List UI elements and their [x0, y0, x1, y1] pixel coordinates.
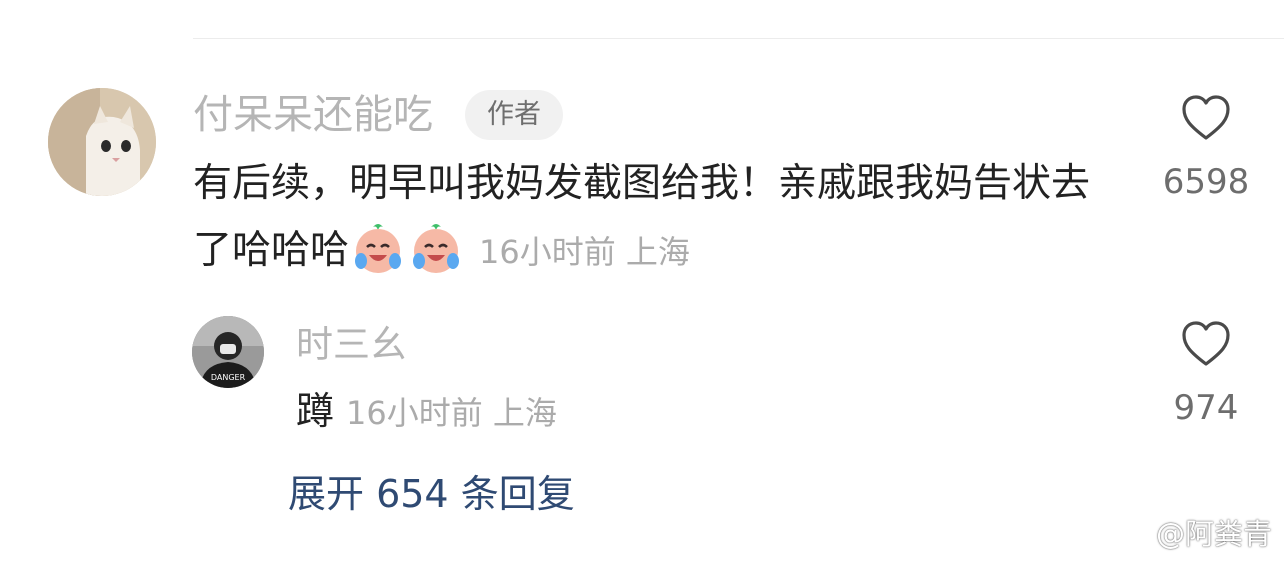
reply-time: 16小时前	[346, 394, 483, 432]
heart-icon[interactable]	[1180, 318, 1232, 370]
expand-replies-link[interactable]: 展开 654 条回复	[288, 466, 575, 522]
reply-like-button[interactable]: 974	[1157, 318, 1255, 438]
comment-time: 16小时前	[479, 233, 616, 271]
svg-text:DANGER: DANGER	[211, 373, 246, 382]
comment-location: 上海	[625, 233, 690, 271]
weibo-logo-icon	[1104, 520, 1147, 551]
avatar[interactable]	[48, 88, 156, 196]
top-divider	[193, 38, 1284, 39]
heart-icon[interactable]	[1180, 92, 1232, 144]
reply-body: 蹲 16小时前 上海	[296, 384, 557, 438]
watermark-text: @阿粪青	[1155, 517, 1272, 551]
reply-location: 上海	[492, 394, 557, 432]
reply-avatar[interactable]: DANGER	[192, 316, 264, 388]
comment-like-button[interactable]: 6598	[1157, 92, 1255, 212]
cat-avatar-image	[48, 88, 156, 196]
reply-like-count: 974	[1173, 388, 1239, 428]
reply-meta: 16小时前 上海	[346, 394, 557, 432]
comment-body: 有后续，明早叫我妈发截图给我！亲戚跟我妈告状去了哈哈哈 16小时前 上海	[193, 150, 1103, 286]
author-badge: 作者	[465, 90, 563, 140]
comment-username[interactable]: 付呆呆还能吃	[193, 88, 433, 142]
watermark: @阿粪青	[1102, 514, 1272, 554]
reply-text: 蹲	[296, 389, 335, 433]
crying-laughing-emoji-icon	[355, 224, 402, 273]
comment-like-count: 6598	[1162, 162, 1250, 202]
comment-meta: 16小时前 上海	[479, 233, 690, 271]
crying-laughing-emoji-icon	[413, 224, 460, 273]
person-avatar-image: DANGER	[192, 316, 264, 388]
reply-username[interactable]: 时三幺	[296, 320, 407, 370]
